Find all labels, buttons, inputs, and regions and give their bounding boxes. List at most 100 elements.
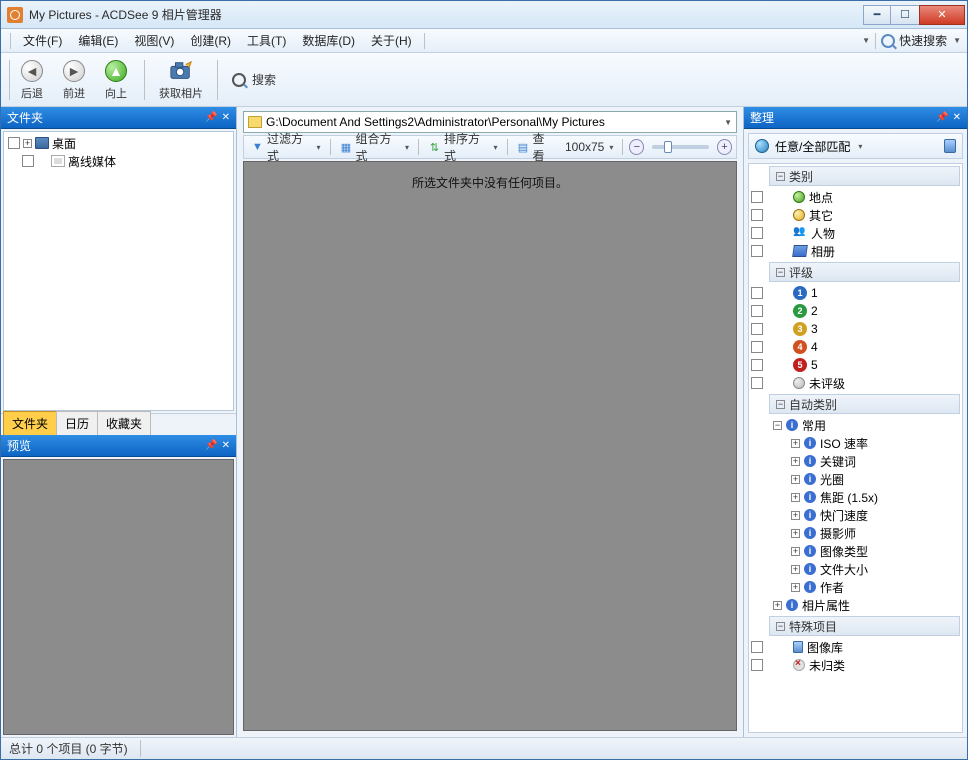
menu-help[interactable]: 关于(H) bbox=[364, 30, 419, 51]
expand-icon[interactable]: + bbox=[791, 547, 800, 556]
group-button[interactable]: ▦ 组合方式 ▾ bbox=[336, 129, 412, 165]
expand-icon[interactable]: + bbox=[791, 475, 800, 484]
auto-cat-iso[interactable]: +iISO 速率 bbox=[749, 434, 962, 452]
checkbox[interactable] bbox=[751, 305, 763, 317]
tree-row-offline[interactable]: 离线媒体 bbox=[8, 152, 229, 170]
zoom-out-button[interactable]: − bbox=[629, 139, 644, 155]
checkbox[interactable] bbox=[22, 155, 34, 167]
search-button[interactable]: 搜索 bbox=[226, 69, 282, 90]
expand-icon[interactable]: + bbox=[791, 529, 800, 538]
special-uncategorized[interactable]: 未归类 bbox=[749, 656, 962, 674]
menu-file[interactable]: 文件(F) bbox=[16, 30, 69, 51]
zoom-in-button[interactable]: + bbox=[717, 139, 732, 155]
match-mode-bar[interactable]: 任意/全部匹配 ▾ bbox=[748, 133, 963, 159]
checkbox[interactable] bbox=[751, 287, 763, 299]
maximize-button[interactable]: ☐ bbox=[891, 5, 919, 25]
expand-icon[interactable]: + bbox=[791, 511, 800, 520]
checkbox[interactable] bbox=[751, 245, 763, 257]
minimize-button[interactable]: ━ bbox=[863, 5, 891, 25]
categories-header[interactable]: −类别 bbox=[769, 166, 960, 186]
back-button[interactable]: ◄ 后退 bbox=[12, 56, 52, 104]
chevron-down-icon[interactable]: ▾ bbox=[609, 143, 613, 152]
close-panel-icon[interactable]: ✕ bbox=[222, 112, 230, 123]
auto-cat-focal[interactable]: +i焦距 (1.5x) bbox=[749, 488, 962, 506]
dropdown-icon[interactable]: ▼ bbox=[862, 36, 870, 45]
rating-row-unrated[interactable]: 未评级 bbox=[749, 374, 962, 392]
expand-icon[interactable]: + bbox=[791, 583, 800, 592]
up-button[interactable]: ▲ 向上 bbox=[96, 56, 136, 104]
checkbox[interactable] bbox=[751, 359, 763, 371]
auto-cat-photo-props[interactable]: +i相片属性 bbox=[749, 596, 962, 614]
menu-create[interactable]: 创建(R) bbox=[183, 30, 238, 51]
expand-icon[interactable]: + bbox=[791, 493, 800, 502]
rating-row-1[interactable]: 11 bbox=[749, 284, 962, 302]
cat-row-place[interactable]: 地点 bbox=[749, 188, 962, 206]
checkbox[interactable] bbox=[751, 191, 763, 203]
auto-cat-photographer[interactable]: +i摄影师 bbox=[749, 524, 962, 542]
sort-button[interactable]: ⇅ 排序方式 ▾ bbox=[425, 129, 501, 165]
filter-button[interactable]: ▼ 过滤方式 ▾ bbox=[248, 129, 324, 165]
expand-icon[interactable]: + bbox=[791, 439, 800, 448]
expand-icon[interactable]: + bbox=[791, 565, 800, 574]
menu-tools[interactable]: 工具(T) bbox=[240, 30, 293, 51]
auto-cat-keywords[interactable]: +i关键词 bbox=[749, 452, 962, 470]
database-icon[interactable] bbox=[944, 139, 956, 153]
auto-cat-file-size[interactable]: +i文件大小 bbox=[749, 560, 962, 578]
pin-icon[interactable]: 📌 bbox=[936, 112, 948, 123]
checkbox[interactable] bbox=[751, 209, 763, 221]
checkbox[interactable] bbox=[751, 377, 763, 389]
collapse-icon[interactable]: − bbox=[776, 622, 785, 631]
organize-tree[interactable]: −类别 地点 其它 人物 相册 −评级 11 22 33 44 55 未评级 −… bbox=[748, 163, 963, 733]
checkbox[interactable] bbox=[751, 341, 763, 353]
collapse-icon[interactable]: − bbox=[776, 400, 785, 409]
expand-icon[interactable]: + bbox=[791, 457, 800, 466]
cat-row-people[interactable]: 人物 bbox=[749, 224, 962, 242]
cat-row-album[interactable]: 相册 bbox=[749, 242, 962, 260]
menu-database[interactable]: 数据库(D) bbox=[295, 30, 362, 51]
address-input[interactable] bbox=[266, 115, 720, 129]
rating-row-4[interactable]: 44 bbox=[749, 338, 962, 356]
pin-icon[interactable]: 📌 bbox=[205, 440, 217, 451]
quick-search[interactable]: 快速搜索 ▼ bbox=[881, 32, 961, 49]
tree-row-desktop[interactable]: + 桌面 bbox=[8, 134, 229, 152]
rating-row-5[interactable]: 55 bbox=[749, 356, 962, 374]
checkbox[interactable] bbox=[751, 227, 763, 239]
checkbox[interactable] bbox=[751, 323, 763, 335]
special-header[interactable]: −特殊项目 bbox=[769, 616, 960, 636]
auto-cat-author[interactable]: +i作者 bbox=[749, 578, 962, 596]
checkbox[interactable] bbox=[751, 641, 763, 653]
collapse-icon[interactable]: − bbox=[776, 268, 785, 277]
address-dropdown-icon[interactable]: ▼ bbox=[724, 118, 732, 127]
checkbox[interactable] bbox=[751, 659, 763, 671]
cat-row-other[interactable]: 其它 bbox=[749, 206, 962, 224]
auto-cat-shutter[interactable]: +i快门速度 bbox=[749, 506, 962, 524]
expand-icon[interactable]: + bbox=[23, 139, 32, 148]
rating-row-2[interactable]: 22 bbox=[749, 302, 962, 320]
auto-cat-header[interactable]: −自动类别 bbox=[769, 394, 960, 414]
tab-calendar[interactable]: 日历 bbox=[56, 411, 98, 435]
auto-cat-image-type[interactable]: +i图像类型 bbox=[749, 542, 962, 560]
view-mode-button[interactable]: ▤ 查看 bbox=[513, 129, 558, 165]
folder-tree[interactable]: + 桌面 离线媒体 bbox=[3, 131, 234, 411]
close-button[interactable]: ✕ bbox=[919, 5, 965, 25]
collapse-icon[interactable]: − bbox=[776, 172, 785, 181]
acquire-button[interactable]: 获取相片 bbox=[153, 56, 209, 104]
expand-icon[interactable]: + bbox=[773, 601, 782, 610]
forward-button[interactable]: ► 前进 bbox=[54, 56, 94, 104]
menu-view[interactable]: 视图(V) bbox=[127, 30, 181, 51]
auto-cat-aperture[interactable]: +i光圈 bbox=[749, 470, 962, 488]
ratings-header[interactable]: −评级 bbox=[769, 262, 960, 282]
rating-row-3[interactable]: 33 bbox=[749, 320, 962, 338]
tab-favorites[interactable]: 收藏夹 bbox=[97, 411, 151, 435]
auto-cat-common[interactable]: −i常用 bbox=[749, 416, 962, 434]
zoom-slider[interactable] bbox=[652, 145, 708, 149]
tab-folders[interactable]: 文件夹 bbox=[3, 411, 57, 435]
checkbox[interactable] bbox=[8, 137, 20, 149]
collapse-icon[interactable]: − bbox=[773, 421, 782, 430]
menu-edit[interactable]: 编辑(E) bbox=[71, 30, 125, 51]
pin-icon[interactable]: 📌 bbox=[205, 112, 217, 123]
close-panel-icon[interactable]: ✕ bbox=[953, 112, 961, 123]
close-panel-icon[interactable]: ✕ bbox=[222, 440, 230, 451]
slider-thumb[interactable] bbox=[664, 141, 672, 153]
special-imagedb[interactable]: 图像库 bbox=[749, 638, 962, 656]
